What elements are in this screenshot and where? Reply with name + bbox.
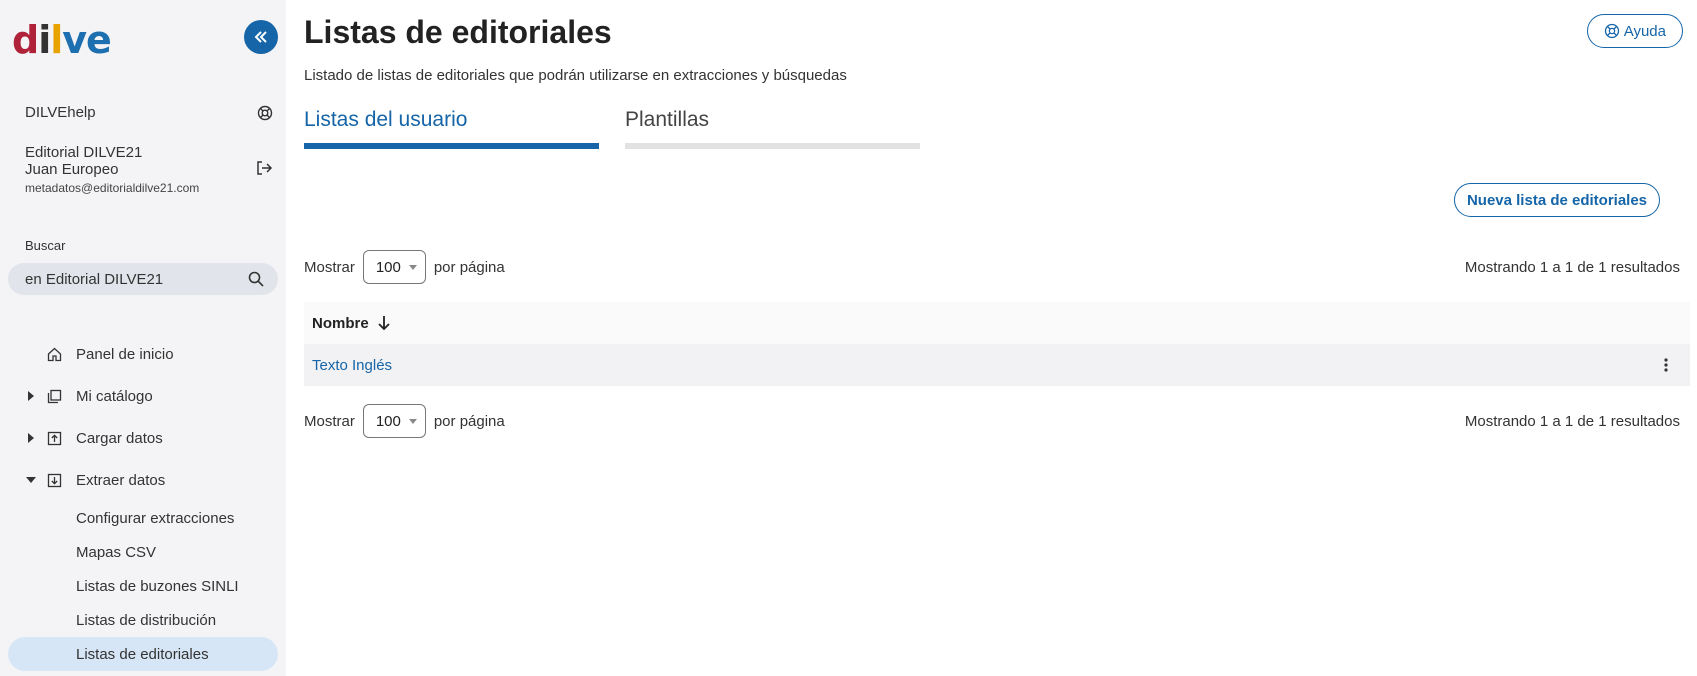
show-label: Mostrar <box>304 258 355 276</box>
per-page-label: por página <box>433 412 505 430</box>
dilvehelp-label: DILVEhelp <box>25 104 96 121</box>
more-options-icon[interactable] <box>1656 355 1676 375</box>
caret-right-icon[interactable] <box>26 433 36 443</box>
page-subtitle: Listado de listas de editoriales que pod… <box>304 67 847 84</box>
pager-top: Mostrar 100 por página Mostrando 1 a 1 d… <box>304 250 1680 284</box>
sidebar: dilve DILVEhelp Editorial DILVE21 Juan E… <box>0 0 286 676</box>
new-publisher-list-button[interactable]: Nueva lista de editoriales <box>1454 183 1660 217</box>
search-scope: en Editorial DILVE21 <box>25 270 164 288</box>
per-page-select[interactable]: 100 <box>362 404 426 438</box>
user-info: Editorial DILVE21 Juan Europeo metadatos… <box>25 144 273 195</box>
main-content: Listas de editoriales Ayuda Listado de l… <box>286 0 1697 676</box>
sidebar-item-extraer-datos[interactable]: Extraer datos <box>0 459 286 501</box>
upload-icon <box>46 430 62 446</box>
download-icon <box>46 472 62 488</box>
tab-bar: Listas del usuario Plantillas <box>304 108 920 149</box>
user-email: metadatos@editorialdilve21.com <box>25 181 200 195</box>
help-icon <box>1604 23 1619 39</box>
collapse-sidebar-button[interactable] <box>244 20 278 54</box>
sidebar-subitem-listas-editoriales[interactable]: Listas de editoriales <box>8 637 278 671</box>
dilve-logo[interactable]: dilve <box>12 18 112 62</box>
column-header-nombre: Nombre <box>312 314 369 332</box>
results-count: Mostrando 1 a 1 de 1 resultados <box>1464 258 1680 276</box>
sidebar-item-cargar-datos[interactable]: Cargar datos <box>0 417 286 459</box>
search-label: Buscar <box>25 238 66 253</box>
show-label: Mostrar <box>304 412 355 430</box>
caret-down-icon[interactable] <box>26 475 36 485</box>
sidebar-item-label: Mi catálogo <box>76 387 153 405</box>
lifebuoy-icon <box>257 105 273 120</box>
dilvehelp-link[interactable]: DILVEhelp <box>25 104 273 121</box>
page-title: Listas de editoriales <box>304 14 612 50</box>
sidebar-subitem-listas-buzones-sinli[interactable]: Listas de buzones SINLI <box>0 569 286 603</box>
publisher-list-link[interactable]: Texto Inglés <box>312 357 392 374</box>
sidebar-item-mi-catalogo[interactable]: Mi catálogo <box>0 375 286 417</box>
logout-icon[interactable] <box>255 160 273 176</box>
sort-arrow-down-icon[interactable] <box>377 315 391 331</box>
per-page-select[interactable]: 100 <box>362 250 426 284</box>
sidebar-item-label: Panel de inicio <box>76 345 174 363</box>
sidebar-nav: Panel de inicio Mi catálogo Cargar datos <box>0 333 286 671</box>
catalog-icon <box>46 388 62 404</box>
table-row: Texto Inglés <box>304 344 1690 386</box>
help-button-label: Ayuda <box>1623 22 1666 40</box>
search-icon[interactable] <box>248 271 264 287</box>
dropdown-arrow-icon <box>408 264 417 270</box>
tab-indicator <box>304 143 599 149</box>
caret-right-icon[interactable] <box>26 391 36 401</box>
tab-plantillas[interactable]: Plantillas <box>625 108 920 149</box>
tab-label: Listas del usuario <box>304 108 468 131</box>
sidebar-subitem-mapas-csv[interactable]: Mapas CSV <box>0 535 286 569</box>
double-chevron-left-icon <box>254 31 267 43</box>
dropdown-arrow-icon <box>408 418 417 424</box>
per-page-value: 100 <box>375 258 401 276</box>
logo-letter-i: i <box>38 18 51 62</box>
per-page-label: por página <box>433 258 505 276</box>
table-header: Nombre <box>304 302 1690 344</box>
tab-indicator <box>625 143 920 149</box>
per-page-value: 100 <box>375 412 401 430</box>
sidebar-item-label: Extraer datos <box>76 471 166 489</box>
tab-listas-del-usuario[interactable]: Listas del usuario <box>304 108 599 149</box>
organization-name: Editorial DILVE21 <box>25 144 143 161</box>
tab-label: Plantillas <box>625 108 710 131</box>
user-name: Juan Europeo <box>25 161 119 178</box>
logo-letters-ve: ve <box>62 18 112 62</box>
sidebar-item-label: Cargar datos <box>76 429 163 447</box>
logo-letter-l: l <box>50 18 63 62</box>
sidebar-item-panel-de-inicio[interactable]: Panel de inicio <box>0 333 286 375</box>
home-icon <box>46 346 62 362</box>
results-count: Mostrando 1 a 1 de 1 resultados <box>1464 412 1680 430</box>
sidebar-subitem-listas-distribucion[interactable]: Listas de distribución <box>0 603 286 637</box>
pager-bottom: Mostrar 100 por página Mostrando 1 a 1 d… <box>304 404 1680 438</box>
search-input[interactable]: en Editorial DILVE21 <box>8 263 278 295</box>
sidebar-subitem-configurar-extracciones[interactable]: Configurar extracciones <box>0 501 286 535</box>
logo-letter-d: d <box>12 18 39 62</box>
help-button[interactable]: Ayuda <box>1586 14 1683 48</box>
publisher-lists-table: Nombre Texto Inglés <box>304 302 1690 386</box>
